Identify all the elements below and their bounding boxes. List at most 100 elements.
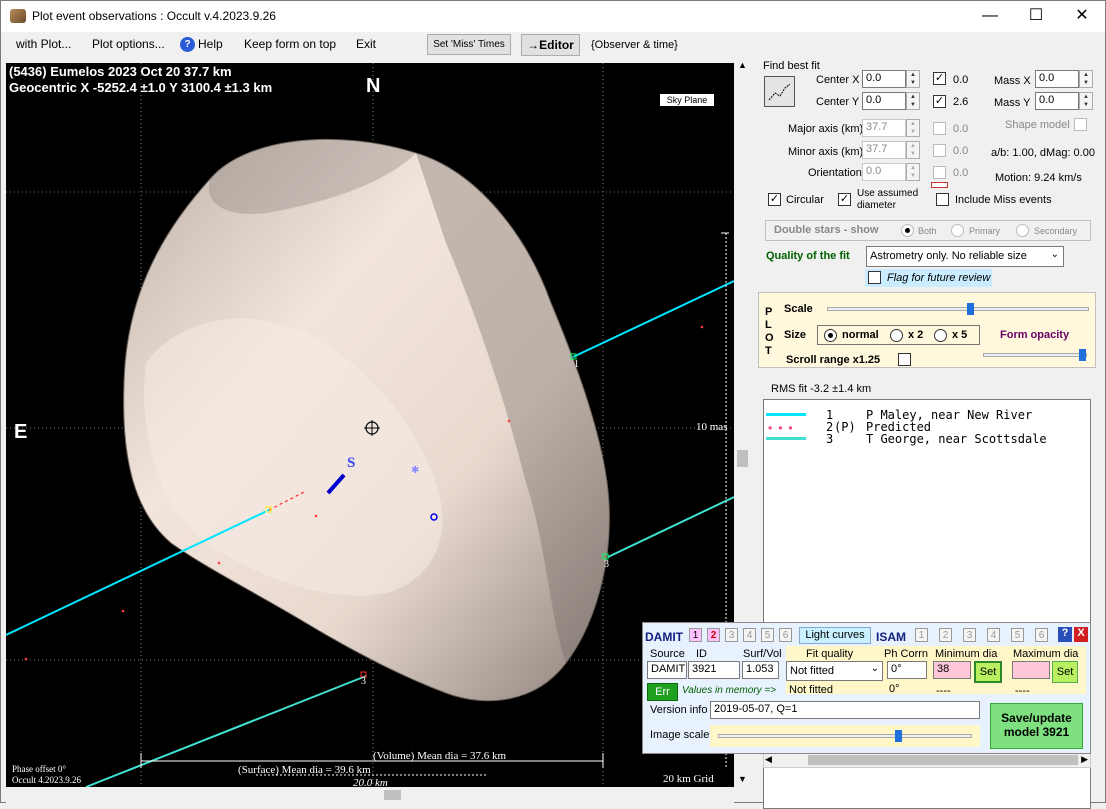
damit-model-6[interactable]: 6: [779, 628, 792, 642]
isam-model-3[interactable]: 3: [963, 628, 976, 642]
scroll-right-icon[interactable]: ▶: [1081, 754, 1088, 765]
center-x-spinner[interactable]: ▲ ▼: [906, 70, 920, 88]
opacity-slider-thumb[interactable]: [1079, 349, 1086, 361]
observer-time-label[interactable]: {Observer & time}: [591, 39, 678, 51]
damit-close-button[interactable]: X: [1074, 627, 1088, 642]
quality-dropdown-value: Astrometry only. No reliable size: [870, 250, 1027, 262]
menu-keep-on-top[interactable]: Keep form on top: [244, 37, 336, 51]
scroll-up-icon[interactable]: ▲: [738, 60, 747, 70]
set-max-dia-button[interactable]: Set: [1052, 661, 1078, 683]
isam-model-4[interactable]: 4: [987, 628, 1000, 642]
minor-axis-input[interactable]: 37.7: [862, 141, 906, 159]
double-stars-label: Double stars - show: [774, 224, 879, 236]
mass-y-spinner[interactable]: ▲ ▼: [1079, 92, 1093, 110]
scale-slider-thumb[interactable]: [967, 303, 974, 315]
orientation-input[interactable]: 0.0: [862, 163, 906, 181]
id-field[interactable]: 3921: [688, 661, 740, 679]
max-dia-field[interactable]: [1012, 661, 1050, 679]
shape-model-checkbox[interactable]: [1074, 118, 1087, 131]
orientation-spinner[interactable]: ▲ ▼: [906, 163, 920, 181]
center-y-checkbox[interactable]: ✓: [933, 95, 946, 108]
damit-model-4[interactable]: 4: [743, 628, 756, 642]
size-x5-radio[interactable]: [934, 329, 947, 342]
help-icon[interactable]: ?: [180, 37, 195, 52]
scale-slider[interactable]: [827, 303, 1089, 315]
model-id-label: model 3921: [1003, 725, 1070, 739]
include-miss-checkbox[interactable]: [936, 193, 949, 206]
list-horizontal-scrollbar[interactable]: ◀ ▶: [763, 752, 1091, 768]
menu-plot-options[interactable]: Plot options...: [92, 37, 165, 51]
menu-with-plot[interactable]: with Plot...: [16, 37, 71, 51]
min-dia-field[interactable]: 38: [933, 661, 971, 679]
minor-axis-spinner[interactable]: ▲ ▼: [906, 141, 920, 159]
image-scale-slider[interactable]: [718, 730, 972, 742]
major-axis-spinner[interactable]: ▲ ▼: [906, 119, 920, 137]
close-button[interactable]: ✕: [1059, 1, 1105, 32]
scroll-left-icon[interactable]: ◀: [765, 754, 772, 765]
image-scale-slider-thumb[interactable]: [895, 730, 902, 742]
isam-model-2[interactable]: 2: [939, 628, 952, 642]
volume-mean-dia: (Volume) Mean dia = 37.6 km: [373, 750, 507, 762]
horizontal-scroll-thumb[interactable]: [384, 790, 401, 800]
rms-fit-label: RMS fit -3.2 ±1.4 km: [771, 383, 872, 395]
min-dia-label: Minimum dia: [935, 648, 998, 660]
damit-model-3[interactable]: 3: [725, 628, 738, 642]
isam-model-1[interactable]: 1: [915, 628, 928, 642]
circular-checkbox[interactable]: ✓: [768, 193, 781, 206]
scroll-range-checkbox[interactable]: [898, 353, 911, 366]
set-min-dia-button[interactable]: Set: [974, 661, 1002, 683]
isam-model-5[interactable]: 5: [1011, 628, 1024, 642]
size-normal-radio[interactable]: [824, 329, 837, 342]
center-y-input[interactable]: 0.0: [862, 92, 906, 110]
both-label: Both: [918, 226, 937, 236]
list-scroll-thumb[interactable]: [808, 755, 1078, 765]
damit-help-button[interactable]: ?: [1058, 627, 1072, 642]
version-info-field[interactable]: 2019-05-07, Q=1: [710, 701, 980, 719]
menu-exit[interactable]: Exit: [356, 37, 376, 51]
fit-quality-dropdown[interactable]: Not fitted ⌄: [786, 661, 883, 681]
mas-scale-label: 10 mas: [696, 421, 728, 433]
primary-radio[interactable]: [951, 224, 964, 237]
damit-model-5[interactable]: 5: [761, 628, 774, 642]
both-radio[interactable]: [901, 224, 914, 237]
color-swatch[interactable]: [931, 182, 948, 188]
major-axis-checkbox[interactable]: [933, 122, 946, 135]
secondary-radio[interactable]: [1016, 224, 1029, 237]
plot-canvas[interactable]: ✱ (5436) Eumelos 2023 Oct 20 37.7 km Geo…: [6, 63, 734, 787]
major-axis-input[interactable]: 37.7: [862, 119, 906, 137]
surf-vol-field[interactable]: 1.053: [742, 661, 779, 679]
major-axis-check-value: 0.0: [953, 123, 969, 135]
set-miss-times-button[interactable]: Set 'Miss' Times: [427, 34, 511, 55]
maximize-button[interactable]: ☐: [1013, 1, 1059, 32]
damit-model-2[interactable]: 2: [707, 628, 720, 642]
mass-x-spinner[interactable]: ▲ ▼: [1079, 70, 1093, 88]
ph-corrn-field[interactable]: 0°: [887, 661, 927, 679]
opacity-slider[interactable]: [983, 349, 1087, 361]
list-item[interactable]: 3 T George, near Scottsdale: [764, 432, 1084, 446]
center-y-spinner[interactable]: ▲ ▼: [906, 92, 920, 110]
source-field[interactable]: DAMIT: [647, 661, 687, 679]
isam-model-6[interactable]: 6: [1035, 628, 1048, 642]
minimize-button[interactable]: —: [967, 1, 1013, 32]
quality-dropdown[interactable]: Astrometry only. No reliable size ⌄: [866, 246, 1064, 267]
center-x-input[interactable]: 0.0: [862, 70, 906, 88]
vertical-scroll-thumb[interactable]: [737, 450, 748, 467]
mass-y-input[interactable]: 0.0: [1035, 92, 1079, 110]
plot-horizontal-scrollbar[interactable]: [6, 788, 734, 803]
minor-axis-checkbox[interactable]: [933, 144, 946, 157]
flag-review-checkbox[interactable]: [868, 271, 881, 284]
editor-button[interactable]: →Editor: [521, 34, 580, 56]
geocentric-coords: Geocentric X -5252.4 ±1.0 Y 3100.4 ±1.3 …: [9, 80, 273, 95]
use-assumed-diameter-checkbox[interactable]: ✓: [838, 193, 851, 206]
best-fit-button[interactable]: [764, 76, 795, 107]
err-button[interactable]: Err: [647, 683, 678, 701]
menu-help[interactable]: Help: [198, 37, 223, 51]
save-update-model-button[interactable]: Save/update model 3921: [990, 703, 1083, 749]
mass-x-input[interactable]: 0.0: [1035, 70, 1079, 88]
center-x-checkbox[interactable]: ✓: [933, 72, 946, 85]
damit-model-1[interactable]: 1: [689, 628, 702, 642]
orientation-checkbox[interactable]: [933, 166, 946, 179]
scroll-down-icon[interactable]: ▼: [738, 774, 747, 784]
size-x2-radio[interactable]: [890, 329, 903, 342]
light-curves-button[interactable]: Light curves: [799, 627, 871, 644]
